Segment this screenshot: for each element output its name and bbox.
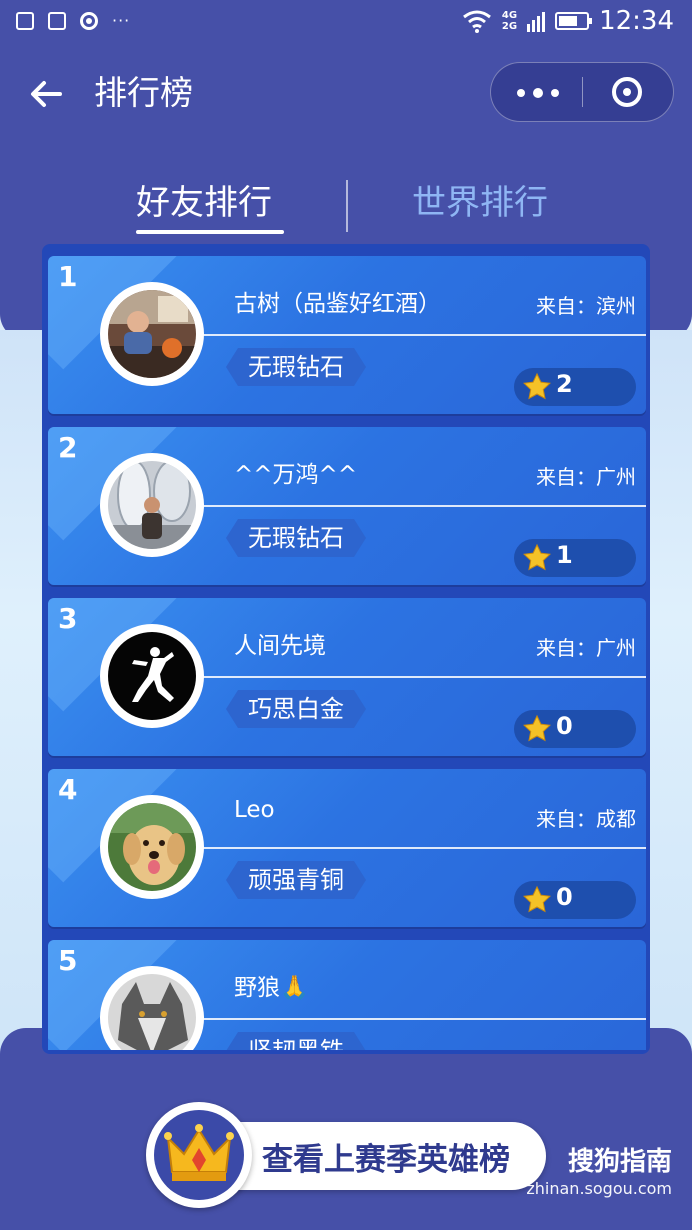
ranking-list-frame: 1 古树（品鉴好红酒） 来自：滨州 无瑕钻石 2 2 ^^万鸿^^ 来自：广州 … [42, 244, 650, 1054]
rank-number: 1 [58, 260, 78, 293]
avatar [100, 453, 204, 557]
watermark-logo: 搜狗指南 [567, 1147, 672, 1177]
watermark: 搜狗指南 zhinan.sogou.com [526, 1146, 672, 1200]
level-badge: 坚韧黑铁 [226, 1032, 366, 1050]
battery-icon [555, 12, 593, 30]
level-badge: 无瑕钻石 [226, 348, 366, 386]
watermark-url: zhinan.sogou.com [526, 1179, 672, 1198]
player-name: 人间先境 [234, 633, 326, 659]
divider [198, 847, 646, 849]
level-badge: 无瑕钻石 [226, 519, 366, 557]
star-icon [523, 372, 551, 400]
rank-number: 4 [58, 773, 78, 806]
ranking-list[interactable]: 1 古树（品鉴好红酒） 来自：滨州 无瑕钻石 2 2 ^^万鸿^^ 来自：广州 … [42, 244, 650, 1050]
avatar-photo [108, 803, 196, 891]
active-tab-underline [136, 230, 284, 234]
ranking-card[interactable]: 5 野狼🙏 坚韧黑铁 [48, 940, 646, 1050]
avatar-photo [108, 461, 196, 549]
ranking-tabs: 好友排行 世界排行 [0, 176, 692, 240]
more-dot-icon [551, 89, 559, 97]
rank-number: 3 [58, 602, 78, 635]
avatar [100, 282, 204, 386]
player-name: 古树（品鉴好红酒） [234, 291, 441, 317]
star-count-value: 0 [556, 712, 573, 740]
avatar [100, 624, 204, 728]
network-type: 4G 2G [502, 10, 517, 32]
wifi-icon [462, 10, 491, 33]
divider [198, 334, 646, 336]
divider [198, 505, 646, 507]
app-grid-icon [16, 12, 34, 30]
star-count: 0 [514, 710, 636, 748]
player-name: ^^万鸿^^ [234, 462, 358, 488]
image-icon [48, 12, 66, 30]
divider [198, 1018, 646, 1020]
star-count-value: 1 [556, 541, 573, 569]
ranking-card[interactable]: 1 古树（品鉴好红酒） 来自：滨州 无瑕钻石 2 [48, 256, 646, 414]
signal-icon [527, 10, 546, 32]
level-badge: 顽强青铜 [226, 861, 366, 899]
player-location: 来自：广州 [536, 465, 636, 489]
hero-badge [146, 1102, 252, 1208]
avatar-photo [108, 632, 196, 720]
level-badge: 巧思白金 [226, 690, 366, 728]
star-icon [523, 714, 551, 742]
record-icon [80, 12, 98, 30]
network-2g-label: 2G [501, 21, 518, 32]
star-count-value: 0 [556, 883, 573, 911]
rank-number: 2 [58, 431, 78, 464]
ranking-card[interactable]: 4 Leo 来自：成都 顽强青铜 0 [48, 769, 646, 927]
more-dot-icon [533, 88, 543, 98]
avatar [100, 795, 204, 899]
page-title: 排行榜 [94, 73, 193, 112]
target-icon [612, 77, 642, 107]
status-time: 12:34 [599, 6, 674, 36]
tab-world-ranking[interactable]: 世界排行 [412, 176, 548, 230]
rank-number: 5 [58, 944, 78, 977]
star-count-value: 2 [556, 370, 573, 398]
tab-divider [346, 180, 348, 232]
hero-button-label: 查看上赛季英雄榜 [262, 1142, 510, 1178]
star-icon [523, 885, 551, 913]
player-location: 来自：成都 [536, 807, 636, 831]
tab-friends-ranking[interactable]: 好友排行 [136, 176, 272, 230]
player-location: 来自：广州 [536, 636, 636, 660]
crown-icon [164, 1124, 234, 1181]
close-miniprogram-button[interactable] [583, 63, 673, 121]
star-count: 0 [514, 881, 636, 919]
status-bar: ··· 4G 2G 12:34 [0, 0, 692, 48]
avatar-photo [108, 974, 196, 1050]
ranking-card[interactable]: 2 ^^万鸿^^ 来自：广州 无瑕钻石 1 [48, 427, 646, 585]
avatar-photo [108, 290, 196, 378]
back-arrow-icon[interactable] [26, 74, 66, 114]
status-left-icons: ··· [16, 12, 130, 30]
player-name: 野狼🙏 [234, 975, 309, 1001]
nav-bar: 排行榜 [0, 56, 692, 132]
star-count: 1 [514, 539, 636, 577]
player-name: Leo [234, 797, 275, 823]
star-count: 2 [514, 368, 636, 406]
ranking-card[interactable]: 3 人间先境 来自：广州 巧思白金 0 [48, 598, 646, 756]
miniprogram-capsule [490, 62, 674, 122]
player-location: 来自：滨州 [536, 294, 636, 318]
status-right: 4G 2G 12:34 [462, 6, 674, 36]
more-button[interactable] [491, 63, 583, 121]
star-icon [523, 543, 551, 571]
divider [198, 676, 646, 678]
more-dot-icon [517, 89, 525, 97]
more-notifications-icon: ··· [112, 11, 131, 30]
last-season-heroes-button[interactable]: 查看上赛季英雄榜 [146, 1102, 548, 1210]
network-4g-label: 4G [501, 10, 518, 21]
